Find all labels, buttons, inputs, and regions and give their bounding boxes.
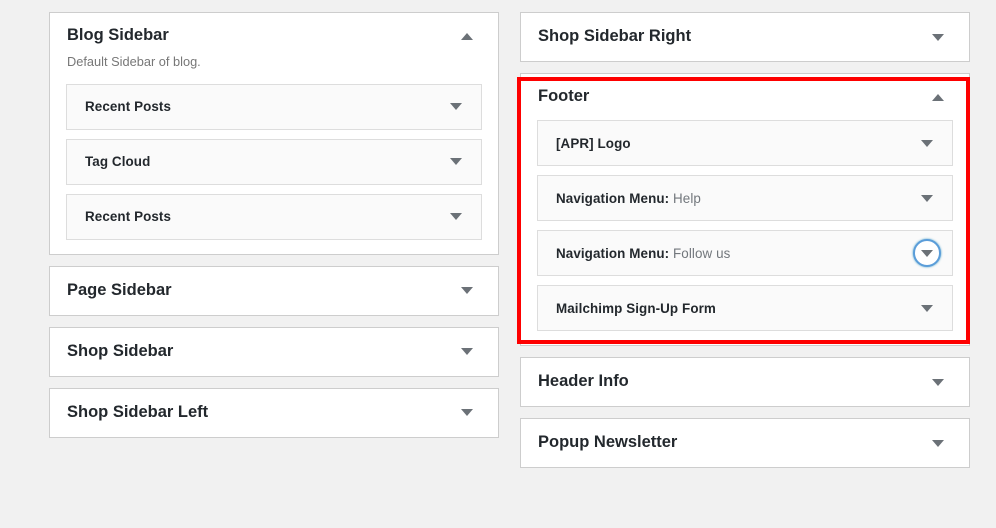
widget-toggle-button[interactable] (442, 148, 470, 176)
sidebar-panel-title: Page Sidebar (67, 281, 172, 300)
sidebar-panel-title: Shop Sidebar (67, 342, 174, 361)
sidebar-panel-title: Header Info (538, 372, 629, 391)
widget-toggle-button[interactable] (913, 294, 941, 322)
widget-row-label-main: Navigation Menu: (556, 190, 670, 206)
sidebar-panel-title: Shop Sidebar Left (67, 403, 209, 422)
chevron-down-icon (921, 194, 933, 202)
sidebar-panel: Page Sidebar (49, 265, 499, 316)
widgets-screen: Blog Sidebar Default Sidebar of blog. Rece… (0, 0, 996, 528)
widget-row-label: Recent Posts (85, 209, 171, 224)
sidebar-panel-header[interactable]: Shop Sidebar (50, 328, 498, 376)
widget-toggle-button[interactable] (924, 368, 952, 396)
chevron-up-icon (932, 93, 944, 101)
chevron-down-icon (932, 439, 944, 447)
chevron-down-icon (932, 33, 944, 41)
widget-toggle-button-focused[interactable] (913, 239, 941, 267)
widget-row-label-sub: Follow us (669, 245, 731, 261)
chevron-down-icon (461, 409, 473, 417)
widget-row[interactable]: Recent Posts (66, 83, 482, 130)
chevron-down-icon (921, 139, 933, 147)
widget-row-label-main: Recent Posts (85, 209, 172, 225)
sidebar-panel-body: Default Sidebar of blog. Recent Posts Tag … (50, 53, 498, 254)
widget-row[interactable]: Navigation Menu: Follow us (537, 230, 953, 276)
widget-toggle-button[interactable] (913, 184, 941, 212)
sidebar-panel-header[interactable]: Footer (521, 74, 969, 120)
widget-row-label: Tag Cloud (85, 154, 150, 169)
widget-row-label: Navigation Menu: Help (556, 191, 701, 206)
widget-toggle-button[interactable] (924, 83, 952, 111)
sidebar-panel-title: Shop Sidebar Right (538, 27, 692, 46)
sidebar-panel: Shop Sidebar Left (49, 387, 499, 438)
sidebar-panel-header[interactable]: Page Sidebar (50, 267, 498, 315)
widget-toggle-button[interactable] (453, 22, 481, 50)
right-sidebar-column: Shop Sidebar Right Footer [APR] Logo Naviga… (520, 12, 970, 479)
sidebar-panel-header[interactable]: Shop Sidebar Right (521, 13, 969, 61)
left-sidebar-column: Blog Sidebar Default Sidebar of blog. Rece… (49, 12, 499, 449)
sidebar-panel-description: Default Sidebar of blog. (67, 54, 201, 69)
sidebar-panel: Footer [APR] Logo Navigation Menu: Help Nav… (520, 73, 970, 346)
sidebar-panel-title: Blog Sidebar (67, 26, 169, 45)
widget-row-label-main: Tag Cloud (85, 154, 151, 170)
widget-row-label: Mailchimp Sign-Up Form (556, 301, 716, 316)
widget-row-label: Navigation Menu: Follow us (556, 246, 730, 261)
sidebar-panel: Header Info (520, 357, 970, 407)
chevron-down-icon (921, 249, 933, 257)
widget-row-label-main: Mailchimp Sign-Up Form (556, 300, 716, 316)
chevron-down-icon (450, 158, 462, 166)
sidebar-panel-body: [APR] Logo Navigation Menu: Help Navigatio… (521, 120, 969, 345)
widget-toggle-button[interactable] (924, 429, 952, 457)
chevron-down-icon (932, 378, 944, 386)
sidebar-panel-title: Popup Newsletter (538, 433, 678, 452)
widget-toggle-button[interactable] (913, 129, 941, 157)
widget-toggle-button[interactable] (442, 203, 470, 231)
sidebar-panel-title: Footer (538, 87, 590, 106)
sidebar-panel: Shop Sidebar Right (520, 12, 970, 62)
widget-row-label-main: [APR] Logo (556, 135, 631, 151)
chevron-down-icon (450, 103, 462, 111)
widget-toggle-button[interactable] (442, 93, 470, 121)
sidebar-panel: Blog Sidebar Default Sidebar of blog. Rece… (49, 12, 499, 255)
widget-row-label-sub: Help (669, 190, 701, 206)
widget-toggle-button[interactable] (453, 338, 481, 366)
widget-toggle-button[interactable] (453, 399, 481, 427)
widget-row-label-main: Navigation Menu: (556, 245, 670, 261)
widget-row[interactable]: Recent Posts (66, 193, 482, 240)
widget-row-label: Recent Posts (85, 99, 171, 114)
sidebar-panel-header[interactable]: Popup Newsletter (521, 419, 969, 467)
chevron-down-icon (450, 213, 462, 221)
widget-row[interactable]: [APR] Logo (537, 120, 953, 166)
sidebar-panel: Shop Sidebar (49, 326, 499, 377)
widget-toggle-button[interactable] (924, 23, 952, 51)
widget-row-label: [APR] Logo (556, 136, 631, 151)
widget-row[interactable]: Mailchimp Sign-Up Form (537, 285, 953, 331)
chevron-down-icon (461, 287, 473, 295)
widget-row[interactable]: Navigation Menu: Help (537, 175, 953, 221)
chevron-up-icon (461, 32, 473, 40)
sidebar-panel-header[interactable]: Shop Sidebar Left (50, 389, 498, 437)
widget-row[interactable]: Tag Cloud (66, 138, 482, 185)
widget-row-label-main: Recent Posts (85, 99, 172, 115)
chevron-down-icon (461, 348, 473, 356)
sidebar-panel-header[interactable]: Header Info (521, 358, 969, 406)
chevron-down-icon (921, 304, 933, 312)
widget-toggle-button[interactable] (453, 277, 481, 305)
sidebar-panel: Popup Newsletter (520, 418, 970, 468)
